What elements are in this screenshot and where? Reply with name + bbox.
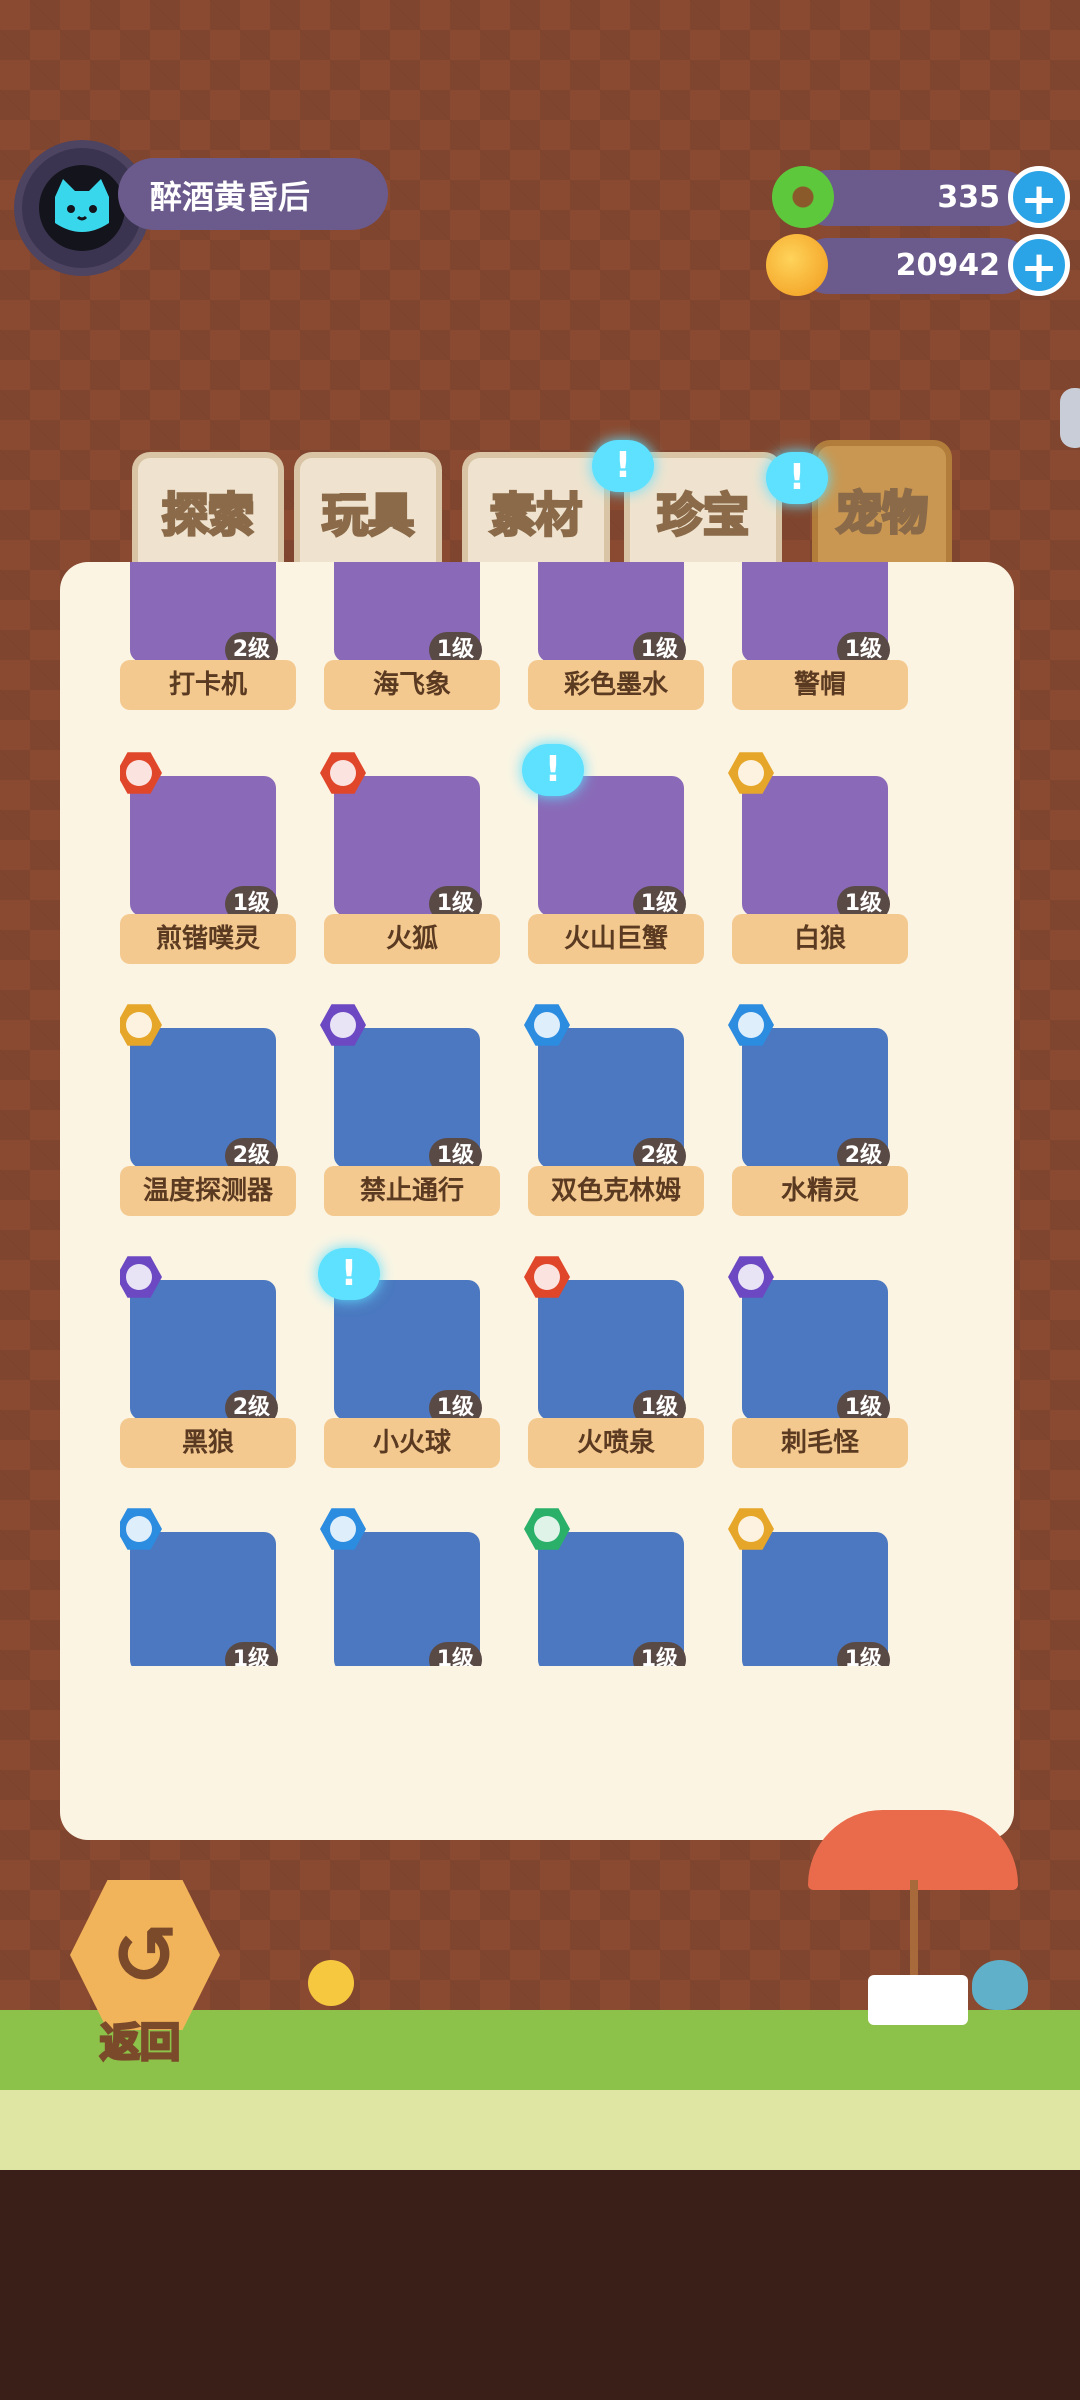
pet-name: 禁止通行	[324, 1166, 500, 1216]
pet-card[interactable]: 2级 温度探测器	[120, 1004, 296, 1230]
pet-grid[interactable]: 2级 打卡机 1级 海飞象 1级 彩色墨水 1级 警帽 1级 煎锴噗灵 1级 火狐 1级 火山巨蟹! 1级白…	[120, 562, 1000, 1666]
pet-name: 火喷泉	[528, 1418, 704, 1468]
pet-name: 双色克林姆	[528, 1166, 704, 1216]
pet-level-badge: 1级	[632, 1642, 686, 1666]
pet-card[interactable]: 2级 双色克林姆	[524, 1004, 704, 1230]
pet-card[interactable]: 1级	[728, 1508, 908, 1666]
pet-card[interactable]: 2级 打卡机	[120, 562, 296, 724]
pet-notice-icon: !	[522, 744, 584, 796]
pet-card[interactable]: 1级 煎锴噗灵	[120, 752, 296, 978]
gold-currency-value: 20942	[895, 248, 1000, 283]
pet-card[interactable]: 1级 禁止通行	[320, 1004, 500, 1230]
pet-level-badge: 1级	[224, 1642, 278, 1666]
tab-explore[interactable]: 探索	[132, 452, 284, 572]
player-name: 醉酒黄昏后	[150, 178, 311, 216]
chick-icon	[308, 1960, 354, 2006]
pet-card[interactable]: 1级 海飞象	[324, 562, 500, 724]
back-label[interactable]: 返回	[99, 2010, 182, 2068]
pet-level-badge: 1级	[428, 1642, 482, 1666]
add-donut-button[interactable]: +	[1008, 166, 1070, 228]
pet-name: 火狐	[324, 914, 500, 964]
cat-avatar-icon	[55, 179, 109, 232]
table-icon	[868, 1975, 968, 2025]
pet-name: 海飞象	[324, 660, 500, 710]
pet-card[interactable]: 2级 水精灵	[728, 1004, 908, 1230]
pet-name: 刺毛怪	[732, 1418, 908, 1468]
pet-name: 黑狼	[120, 1418, 296, 1468]
pets-panel[interactable]: 2级 打卡机 1级 海飞象 1级 彩色墨水 1级 警帽 1级 煎锴噗灵 1级 火狐 1级 火山巨蟹! 1级白…	[60, 562, 1014, 1840]
treasures-notice-icon: !	[766, 452, 828, 504]
pet-name: 白狼	[732, 914, 908, 964]
tab-toys[interactable]: 玩具	[294, 452, 442, 572]
return-arrow-icon: ↺	[111, 1908, 179, 2002]
cat-face-icon	[39, 165, 125, 251]
pet-name: 煎锴噗灵	[120, 914, 296, 964]
pet-card[interactable]: 2级 黑狼	[120, 1256, 296, 1482]
pet-level-badge: 1级	[836, 1642, 890, 1666]
pet-card[interactable]: 1级 火山巨蟹!	[522, 744, 704, 978]
pet-card[interactable]: 1级 警帽	[732, 562, 908, 724]
pet-name: 小火球	[324, 1418, 500, 1468]
grass-edge	[0, 2090, 1080, 2170]
add-gold-button[interactable]: +	[1008, 234, 1070, 296]
pet-name: 火山巨蟹	[528, 914, 704, 964]
back-button[interactable]: ↺	[70, 1880, 220, 2030]
pet-card[interactable]: 1级 白狼	[728, 752, 908, 978]
pet-card[interactable]: 1级	[120, 1508, 296, 1666]
pet-card[interactable]: 1级 火狐	[320, 752, 500, 978]
pet-card[interactable]: 1级 火喷泉	[524, 1256, 704, 1482]
pet-card[interactable]: 1级 小火球!	[318, 1248, 500, 1482]
side-clip-icon[interactable]	[1060, 388, 1080, 448]
pet-name: 打卡机	[120, 660, 296, 710]
pet-card[interactable]: 1级	[524, 1508, 704, 1666]
materials-notice-icon: !	[592, 440, 654, 492]
sleeping-slime-icon	[972, 1960, 1028, 2010]
pet-card[interactable]: 1级 刺毛怪	[728, 1256, 908, 1482]
underground-dirt	[0, 2170, 1080, 2400]
pet-notice-icon: !	[318, 1248, 380, 1300]
tab-pets[interactable]: 宠物	[812, 440, 952, 580]
tab-materials[interactable]: 素材	[462, 452, 610, 572]
pet-name: 彩色墨水	[528, 660, 704, 710]
pet-card[interactable]: 1级	[320, 1508, 500, 1666]
donut-currency-value: 335	[937, 180, 1000, 215]
pet-name: 温度探测器	[120, 1166, 296, 1216]
pet-name: 水精灵	[732, 1166, 908, 1216]
pet-card[interactable]: 1级 彩色墨水	[528, 562, 704, 724]
pet-name: 警帽	[732, 660, 908, 710]
